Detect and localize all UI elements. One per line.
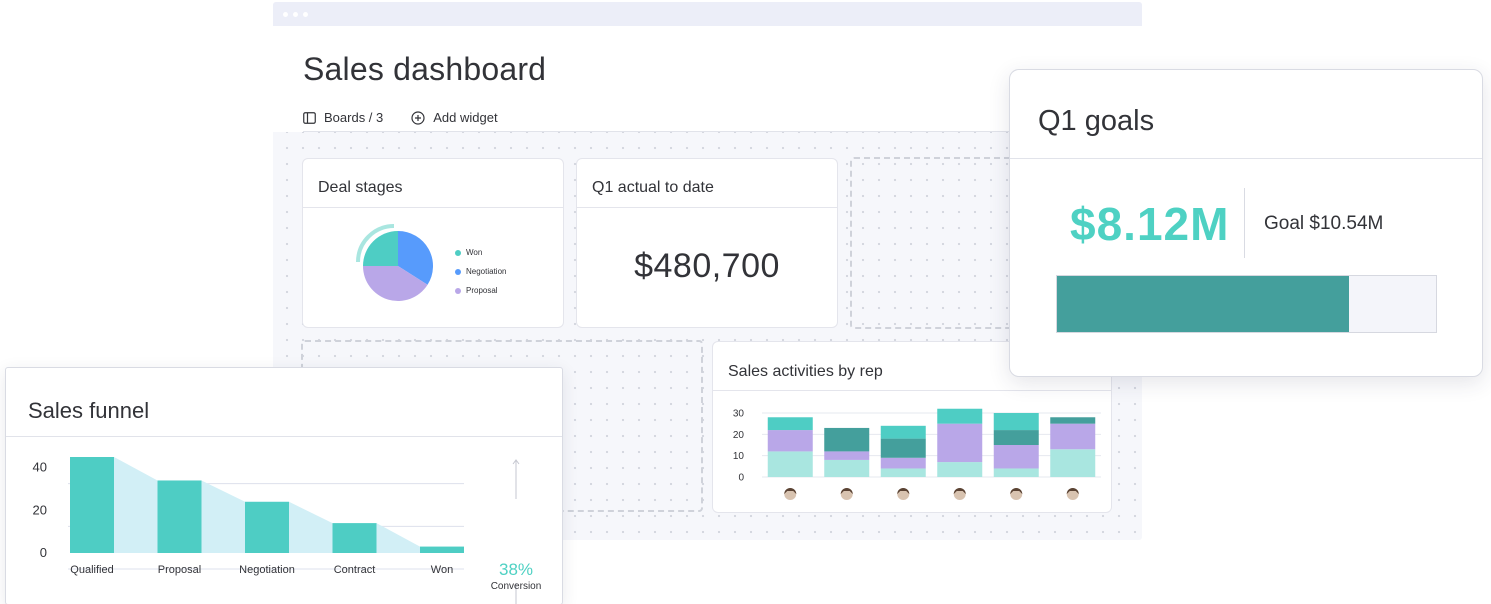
activity-bar-segment: [767, 430, 813, 452]
conversion-value: 38%: [499, 560, 533, 579]
legend-label: Proposal: [466, 286, 498, 295]
goal-progress-bar: [1056, 275, 1437, 333]
funnel-bar: [245, 501, 289, 553]
activity-bar-segment: [880, 468, 926, 477]
boards-icon: [303, 111, 316, 124]
q1-actual-title: Q1 actual to date: [592, 179, 714, 196]
funnel-bar: [420, 546, 464, 553]
sales-activities-chart: 0 10 20 30: [733, 408, 1101, 500]
x-tick-label: Qualified: [70, 564, 113, 576]
activity-bar-segment: [767, 451, 813, 477]
deal-stages-legend: Won Negotiation Proposal: [455, 243, 506, 300]
activity-bar-segment: [993, 413, 1039, 431]
activity-bar-segment: [1050, 417, 1096, 424]
activity-bar-segment: [824, 451, 870, 460]
deal-stages-widget[interactable]: Deal stages Won Negotiation Proposal: [302, 158, 564, 328]
q1-goals-target: Goal $10.54M: [1264, 213, 1384, 234]
window-dot: [303, 12, 308, 17]
card-divider: [577, 207, 837, 208]
page-title: Sales dashboard: [303, 51, 547, 87]
legend-dot: [455, 287, 461, 294]
q1-goals-title: Q1 goals: [1038, 105, 1155, 137]
legend-item-won: Won: [455, 243, 506, 262]
x-tick-label: Proposal: [158, 564, 201, 576]
y-tick-label: 30: [733, 409, 745, 420]
card-divider: [303, 207, 563, 208]
activity-bar-segment: [824, 427, 870, 452]
window-title-bar: [273, 2, 1142, 26]
window-dot: [293, 12, 298, 17]
activity-bar-segment: [937, 462, 983, 477]
funnel-bar: [157, 480, 202, 553]
y-tick-label: 40: [33, 460, 47, 475]
activity-bar-segment: [993, 430, 1039, 445]
x-tick-label: Contract: [334, 564, 376, 576]
activity-bar-segment: [880, 438, 926, 458]
rep-avatar: [897, 488, 910, 500]
sales-funnel-chart: 38% Conversion 0 20 40 Qualified Proposal Neg…: [33, 457, 542, 604]
conversion-indicator: 38% Conversion: [491, 459, 542, 604]
card-divider: [713, 390, 1111, 391]
q1-actual-widget[interactable]: Q1 actual to date $480,700: [576, 158, 838, 328]
activity-bar-segment: [937, 423, 983, 463]
legend-label: Negotiation: [466, 267, 507, 276]
sales-activities-title: Sales activities by rep: [728, 363, 883, 380]
y-tick-label: 0: [40, 545, 47, 560]
plus-circle-icon: [411, 110, 425, 125]
goal-divider: [1244, 188, 1245, 258]
add-widget-label: Add widget: [433, 110, 498, 125]
add-widget-button[interactable]: Add widget: [411, 110, 498, 125]
rep-avatar: [1066, 488, 1079, 500]
rep-avatar: [784, 488, 797, 500]
goal-progress-fill: [1057, 276, 1349, 332]
activity-bar-segment: [824, 459, 870, 477]
y-tick-label: 20: [33, 502, 47, 517]
legend-label: Won: [466, 248, 483, 257]
rep-avatar: [840, 488, 853, 500]
x-tick-label: Won: [431, 564, 453, 576]
funnel-bar: [70, 457, 114, 553]
window-dot: [283, 12, 288, 17]
activity-bar-segment: [1050, 449, 1096, 477]
legend-item-negotiation: Negotiation: [455, 262, 506, 281]
boards-label: Boards / 3: [324, 110, 384, 125]
conversion-label: Conversion: [491, 581, 542, 592]
legend-item-proposal: Proposal: [455, 281, 506, 300]
funnel-bar: [332, 523, 377, 553]
x-tick-label: Negotiation: [239, 564, 295, 576]
q1-actual-value: $480,700: [634, 247, 780, 285]
deal-stages-pie: [356, 224, 433, 301]
boards-button[interactable]: Boards / 3: [303, 110, 383, 125]
activity-bar-segment: [937, 408, 983, 424]
activity-bar-segment: [1050, 423, 1096, 450]
y-tick-label: 0: [738, 473, 744, 484]
activity-bar-segment: [993, 445, 1039, 469]
toolbar: Boards / 3 Add widget: [303, 110, 526, 125]
card-divider: [1010, 158, 1482, 159]
q1-goals-widget[interactable]: Q1 goals $8.12M Goal $10.54M: [1009, 69, 1483, 377]
q1-goals-amount: $8.12M: [1070, 198, 1230, 250]
y-tick-label: 10: [733, 451, 745, 462]
legend-dot: [455, 249, 461, 256]
rep-avatar: [1010, 488, 1023, 500]
deal-stages-title: Deal stages: [318, 179, 403, 196]
y-tick-label: 20: [733, 430, 745, 441]
sales-funnel-title: Sales funnel: [28, 398, 150, 423]
legend-dot: [455, 268, 461, 275]
activity-bar-segment: [880, 425, 926, 439]
activity-bar-segment: [993, 468, 1039, 477]
rep-avatar: [953, 488, 966, 500]
activity-bar-segment: [767, 417, 813, 431]
activity-bar-segment: [880, 457, 926, 469]
sales-funnel-widget[interactable]: Sales funnel 38% Conversion 0 20 40 Qualifi…: [5, 367, 563, 604]
